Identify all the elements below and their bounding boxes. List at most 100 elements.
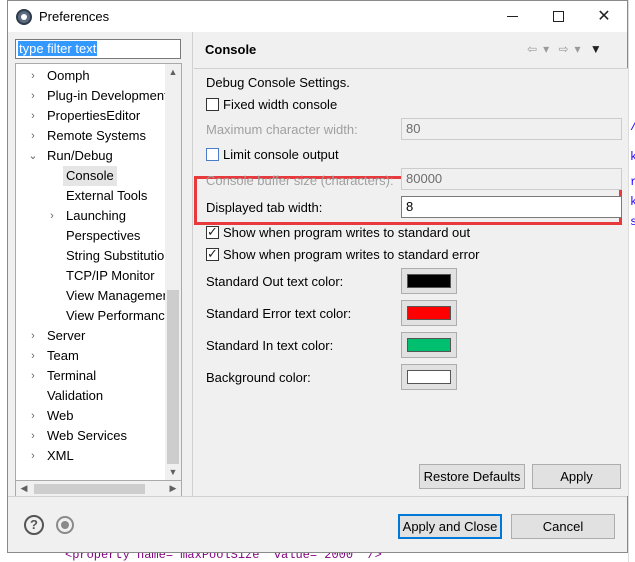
color-swatch: [407, 370, 451, 384]
chevron-right-icon[interactable]: ›: [28, 426, 38, 446]
tree-item[interactable]: ⌄ Run/Debug: [16, 146, 166, 166]
tree-item[interactable]: › Remote Systems: [16, 126, 166, 146]
close-button[interactable]: ✕: [581, 1, 627, 32]
tree-item[interactable]: › Team: [16, 346, 166, 366]
tree-item-label: Server: [47, 328, 86, 343]
apply-and-close-button[interactable]: Apply and Close: [398, 514, 502, 539]
tree-item-label: Web Services: [47, 428, 127, 443]
view-menu-icon[interactable]: ▼: [590, 42, 602, 56]
scroll-up-icon[interactable]: ▲: [165, 64, 181, 80]
tree-item[interactable]: TCP/IP Monitor: [16, 266, 166, 286]
tree-item[interactable]: View Management: [16, 286, 173, 306]
chevron-right-icon[interactable]: ›: [28, 406, 38, 426]
chevron-right-icon[interactable]: ›: [28, 326, 38, 346]
footer-divider: [8, 496, 627, 497]
tree-item[interactable]: › XML: [16, 446, 166, 466]
forward-menu-icon[interactable]: ▾: [575, 42, 581, 56]
show-stderr-checkbox[interactable]: [206, 246, 219, 262]
back-icon[interactable]: ⇦: [527, 42, 537, 56]
cancel-button[interactable]: Cancel: [511, 514, 615, 539]
chevron-right-icon[interactable]: ›: [28, 106, 38, 126]
tree-item[interactable]: › Plug-in Development: [16, 86, 168, 106]
tree-item-label: PropertiesEditor: [47, 108, 141, 123]
tree-item[interactable]: › Oomph: [16, 66, 166, 86]
record-macro-icon[interactable]: [56, 516, 74, 534]
stderr-color-label: Standard Error text color:: [206, 306, 352, 321]
apply-button[interactable]: Apply: [532, 464, 621, 489]
tab-width-input[interactable]: 8: [401, 196, 622, 218]
tree-item-label: XML: [47, 448, 74, 463]
background-color-label: Background color:: [206, 370, 311, 385]
scroll-thumb[interactable]: [167, 290, 179, 464]
tree-item[interactable]: › Web: [16, 406, 166, 426]
maximize-button[interactable]: [535, 1, 581, 32]
tree-item-label: TCP/IP Monitor: [66, 268, 155, 283]
scroll-right-icon[interactable]: ▶: [165, 481, 181, 496]
chevron-right-icon[interactable]: ›: [47, 206, 57, 226]
chevron-right-icon[interactable]: ›: [28, 446, 38, 466]
chevron-right-icon[interactable]: ›: [28, 66, 38, 86]
tree-item-label: Remote Systems: [47, 128, 146, 143]
console-settings: Debug Console Settings. Fixed width cons…: [194, 69, 628, 496]
stderr-color-button[interactable]: [401, 300, 457, 326]
scroll-down-icon[interactable]: ▼: [165, 464, 181, 480]
tree-item[interactable]: › Server: [16, 326, 166, 346]
page-title: Console: [205, 42, 257, 57]
fixed-width-checkbox[interactable]: [206, 98, 219, 111]
background-editor: / k r k s: [628, 0, 635, 562]
background-color-button[interactable]: [401, 364, 457, 390]
tree-vertical-scrollbar[interactable]: ▲ ▼: [165, 64, 181, 480]
maximize-icon: [552, 11, 564, 22]
preferences-tree: › XML › Web Services › Web Validation › Terminal…: [15, 63, 182, 481]
panel-divider[interactable]: [192, 32, 193, 496]
stdin-color-button[interactable]: [401, 332, 457, 358]
buffer-size-input[interactable]: 80000: [401, 168, 622, 190]
tree-item-label: Terminal: [47, 368, 97, 383]
tree-item[interactable]: View Performance: [16, 306, 172, 326]
tree-horizontal-scrollbar[interactable]: ◀ ▶: [15, 481, 182, 497]
title-bar: Preferences ✕: [8, 1, 627, 32]
eclipse-icon: [16, 9, 32, 25]
chevron-right-icon[interactable]: ›: [28, 346, 38, 366]
color-swatch: [407, 306, 451, 320]
minimize-icon: [506, 16, 518, 17]
max-char-width-input[interactable]: 80: [401, 118, 622, 140]
tree-item[interactable]: › Launching: [16, 206, 166, 226]
show-stdout-label: Show when program writes to standard out: [223, 225, 471, 240]
tree-item[interactable]: › PropertiesEditor: [16, 106, 166, 126]
show-stderr-label: Show when program writes to standard err…: [223, 247, 480, 262]
limit-output-checkbox[interactable]: [206, 148, 219, 161]
stdout-color-button[interactable]: [401, 268, 457, 294]
tree-item[interactable]: Console: [16, 166, 166, 186]
color-swatch: [407, 274, 451, 288]
tree-item-label: Run/Debug: [47, 148, 113, 163]
scroll-thumb-horizontal[interactable]: [34, 484, 145, 494]
tree-item[interactable]: › Terminal: [16, 366, 166, 386]
tree-item[interactable]: External Tools: [16, 186, 166, 206]
tree-item-label: Plug-in Development: [47, 88, 168, 103]
fixed-width-label: Fixed width console: [223, 97, 338, 112]
tree-item-label: Console: [63, 166, 117, 186]
tree-item[interactable]: String Substitution: [16, 246, 172, 266]
max-char-width-label: Maximum character width:: [206, 122, 358, 137]
tree-item-label: Launching: [66, 208, 126, 223]
help-icon[interactable]: ?: [24, 515, 44, 535]
close-icon: ✕: [597, 7, 611, 25]
scroll-left-icon[interactable]: ◀: [16, 481, 32, 496]
back-menu-icon[interactable]: ▾: [543, 42, 549, 56]
forward-icon[interactable]: ⇨: [558, 42, 568, 56]
filter-input[interactable]: type filter text: [15, 39, 181, 59]
chevron-right-icon[interactable]: ›: [28, 86, 38, 106]
show-stdout-checkbox[interactable]: [206, 224, 219, 240]
chevron-right-icon[interactable]: ›: [28, 366, 38, 386]
tree-item[interactable]: Perspectives: [16, 226, 166, 246]
limit-output-label: Limit console output: [223, 147, 339, 162]
chevron-down-icon[interactable]: ⌄: [28, 146, 38, 166]
tree-item-label: View Management: [66, 288, 174, 303]
minimize-button[interactable]: [489, 1, 535, 32]
chevron-right-icon[interactable]: ›: [28, 126, 38, 146]
tree-item[interactable]: › Web Services: [16, 426, 166, 446]
restore-defaults-button[interactable]: Restore Defaults: [419, 464, 525, 489]
tree-item-label: String Substitution: [66, 248, 172, 263]
tree-item[interactable]: Validation: [16, 386, 166, 406]
